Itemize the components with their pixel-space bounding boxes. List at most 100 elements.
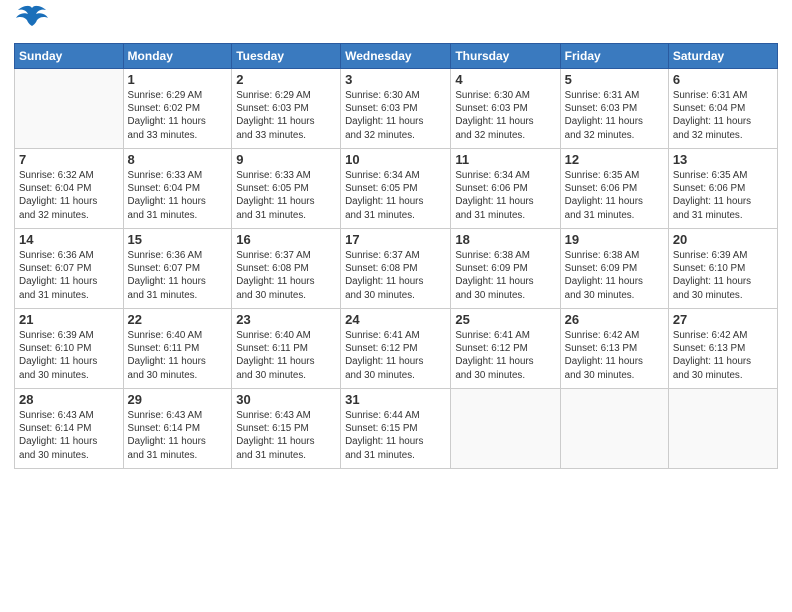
weekday-header-thursday: Thursday	[451, 44, 560, 69]
day-info: Sunrise: 6:37 AM Sunset: 6:08 PM Dayligh…	[345, 249, 446, 302]
weekday-header-tuesday: Tuesday	[232, 44, 341, 69]
calendar-cell: 6 Sunrise: 6:31 AM Sunset: 6:04 PM Daylig…	[668, 69, 777, 149]
header	[14, 10, 778, 37]
day-info: Sunrise: 6:43 AM Sunset: 6:14 PM Dayligh…	[19, 409, 119, 462]
calendar-cell: 24 Sunrise: 6:41 AM Sunset: 6:12 PM Dayli…	[341, 309, 451, 389]
calendar-week-row: 14 Sunrise: 6:36 AM Sunset: 6:07 PM Dayli…	[15, 229, 778, 309]
calendar-cell: 16 Sunrise: 6:37 AM Sunset: 6:08 PM Dayli…	[232, 229, 341, 309]
day-number: 18	[455, 232, 555, 247]
day-number: 4	[455, 72, 555, 87]
day-info: Sunrise: 6:42 AM Sunset: 6:13 PM Dayligh…	[673, 329, 773, 382]
weekday-header-monday: Monday	[123, 44, 232, 69]
calendar-cell: 7 Sunrise: 6:32 AM Sunset: 6:04 PM Daylig…	[15, 149, 124, 229]
calendar-table: SundayMondayTuesdayWednesdayThursdayFrid…	[14, 43, 778, 469]
day-number: 14	[19, 232, 119, 247]
calendar-cell: 21 Sunrise: 6:39 AM Sunset: 6:10 PM Dayli…	[15, 309, 124, 389]
calendar-cell: 13 Sunrise: 6:35 AM Sunset: 6:06 PM Dayli…	[668, 149, 777, 229]
day-info: Sunrise: 6:44 AM Sunset: 6:15 PM Dayligh…	[345, 409, 446, 462]
day-info: Sunrise: 6:41 AM Sunset: 6:12 PM Dayligh…	[345, 329, 446, 382]
calendar-cell	[560, 389, 668, 469]
calendar-week-row: 28Sunrise: 6:43 AM Sunset: 6:14 PM Dayli…	[15, 389, 778, 469]
logo	[14, 10, 48, 37]
day-number: 7	[19, 152, 119, 167]
day-number: 3	[345, 72, 446, 87]
day-number: 23	[236, 312, 336, 327]
calendar-week-row: 21 Sunrise: 6:39 AM Sunset: 6:10 PM Dayli…	[15, 309, 778, 389]
day-info: Sunrise: 6:39 AM Sunset: 6:10 PM Dayligh…	[19, 329, 119, 382]
day-number: 15	[128, 232, 228, 247]
calendar-cell: 27Sunrise: 6:42 AM Sunset: 6:13 PM Dayli…	[668, 309, 777, 389]
calendar-cell: 1 Sunrise: 6:29 AM Sunset: 6:02 PM Daylig…	[123, 69, 232, 149]
day-number: 20	[673, 232, 773, 247]
calendar-cell: 15 Sunrise: 6:36 AM Sunset: 6:07 PM Dayli…	[123, 229, 232, 309]
calendar-cell: 28Sunrise: 6:43 AM Sunset: 6:14 PM Dayli…	[15, 389, 124, 469]
day-number: 19	[565, 232, 664, 247]
day-number: 29	[128, 392, 228, 407]
calendar-cell: 30 Sunrise: 6:43 AM Sunset: 6:15 PM Dayli…	[232, 389, 341, 469]
day-info: Sunrise: 6:33 AM Sunset: 6:05 PM Dayligh…	[236, 169, 336, 222]
day-info: Sunrise: 6:30 AM Sunset: 6:03 PM Dayligh…	[345, 89, 446, 142]
calendar-cell: 12Sunrise: 6:35 AM Sunset: 6:06 PM Dayli…	[560, 149, 668, 229]
calendar-cell: 18 Sunrise: 6:38 AM Sunset: 6:09 PM Dayli…	[451, 229, 560, 309]
calendar-cell: 14 Sunrise: 6:36 AM Sunset: 6:07 PM Dayli…	[15, 229, 124, 309]
day-info: Sunrise: 6:40 AM Sunset: 6:11 PM Dayligh…	[128, 329, 228, 382]
day-info: Sunrise: 6:29 AM Sunset: 6:03 PM Dayligh…	[236, 89, 336, 142]
day-info: Sunrise: 6:30 AM Sunset: 6:03 PM Dayligh…	[455, 89, 555, 142]
calendar-cell	[15, 69, 124, 149]
day-info: Sunrise: 6:31 AM Sunset: 6:04 PM Dayligh…	[673, 89, 773, 142]
day-info: Sunrise: 6:38 AM Sunset: 6:09 PM Dayligh…	[565, 249, 664, 302]
day-number: 13	[673, 152, 773, 167]
day-number: 25	[455, 312, 555, 327]
logo-bird-icon	[16, 4, 48, 37]
calendar-cell: 10 Sunrise: 6:34 AM Sunset: 6:05 PM Dayli…	[341, 149, 451, 229]
day-info: Sunrise: 6:32 AM Sunset: 6:04 PM Dayligh…	[19, 169, 119, 222]
day-number: 31	[345, 392, 446, 407]
day-number: 2	[236, 72, 336, 87]
day-number: 10	[345, 152, 446, 167]
day-number: 8	[128, 152, 228, 167]
day-number: 16	[236, 232, 336, 247]
day-info: Sunrise: 6:36 AM Sunset: 6:07 PM Dayligh…	[19, 249, 119, 302]
calendar-cell: 22 Sunrise: 6:40 AM Sunset: 6:11 PM Dayli…	[123, 309, 232, 389]
calendar-cell	[451, 389, 560, 469]
day-info: Sunrise: 6:43 AM Sunset: 6:14 PM Dayligh…	[128, 409, 228, 462]
day-info: Sunrise: 6:41 AM Sunset: 6:12 PM Dayligh…	[455, 329, 555, 382]
day-info: Sunrise: 6:39 AM Sunset: 6:10 PM Dayligh…	[673, 249, 773, 302]
calendar-cell: 3 Sunrise: 6:30 AM Sunset: 6:03 PM Daylig…	[341, 69, 451, 149]
day-info: Sunrise: 6:35 AM Sunset: 6:06 PM Dayligh…	[565, 169, 664, 222]
calendar-cell: 23 Sunrise: 6:40 AM Sunset: 6:11 PM Dayli…	[232, 309, 341, 389]
calendar-cell: 19 Sunrise: 6:38 AM Sunset: 6:09 PM Dayli…	[560, 229, 668, 309]
weekday-header-wednesday: Wednesday	[341, 44, 451, 69]
calendar-cell: 25 Sunrise: 6:41 AM Sunset: 6:12 PM Dayli…	[451, 309, 560, 389]
calendar-cell: 20 Sunrise: 6:39 AM Sunset: 6:10 PM Dayli…	[668, 229, 777, 309]
day-info: Sunrise: 6:34 AM Sunset: 6:06 PM Dayligh…	[455, 169, 555, 222]
day-info: Sunrise: 6:37 AM Sunset: 6:08 PM Dayligh…	[236, 249, 336, 302]
calendar-cell: 26Sunrise: 6:42 AM Sunset: 6:13 PM Dayli…	[560, 309, 668, 389]
weekday-header-sunday: Sunday	[15, 44, 124, 69]
day-info: Sunrise: 6:33 AM Sunset: 6:04 PM Dayligh…	[128, 169, 228, 222]
calendar-cell: 29 Sunrise: 6:43 AM Sunset: 6:14 PM Dayli…	[123, 389, 232, 469]
day-info: Sunrise: 6:34 AM Sunset: 6:05 PM Dayligh…	[345, 169, 446, 222]
calendar-cell: 2 Sunrise: 6:29 AM Sunset: 6:03 PM Daylig…	[232, 69, 341, 149]
day-number: 24	[345, 312, 446, 327]
day-number: 22	[128, 312, 228, 327]
day-number: 11	[455, 152, 555, 167]
calendar-week-row: 1 Sunrise: 6:29 AM Sunset: 6:02 PM Daylig…	[15, 69, 778, 149]
day-info: Sunrise: 6:35 AM Sunset: 6:06 PM Dayligh…	[673, 169, 773, 222]
day-number: 9	[236, 152, 336, 167]
day-info: Sunrise: 6:43 AM Sunset: 6:15 PM Dayligh…	[236, 409, 336, 462]
calendar-header-row: SundayMondayTuesdayWednesdayThursdayFrid…	[15, 44, 778, 69]
day-number: 6	[673, 72, 773, 87]
day-number: 26	[565, 312, 664, 327]
day-info: Sunrise: 6:36 AM Sunset: 6:07 PM Dayligh…	[128, 249, 228, 302]
day-number: 21	[19, 312, 119, 327]
day-number: 30	[236, 392, 336, 407]
day-info: Sunrise: 6:29 AM Sunset: 6:02 PM Dayligh…	[128, 89, 228, 142]
day-info: Sunrise: 6:38 AM Sunset: 6:09 PM Dayligh…	[455, 249, 555, 302]
calendar-cell: 5Sunrise: 6:31 AM Sunset: 6:03 PM Daylig…	[560, 69, 668, 149]
day-info: Sunrise: 6:40 AM Sunset: 6:11 PM Dayligh…	[236, 329, 336, 382]
day-info: Sunrise: 6:31 AM Sunset: 6:03 PM Dayligh…	[565, 89, 664, 142]
weekday-header-friday: Friday	[560, 44, 668, 69]
calendar-cell: 11 Sunrise: 6:34 AM Sunset: 6:06 PM Dayli…	[451, 149, 560, 229]
day-number: 1	[128, 72, 228, 87]
